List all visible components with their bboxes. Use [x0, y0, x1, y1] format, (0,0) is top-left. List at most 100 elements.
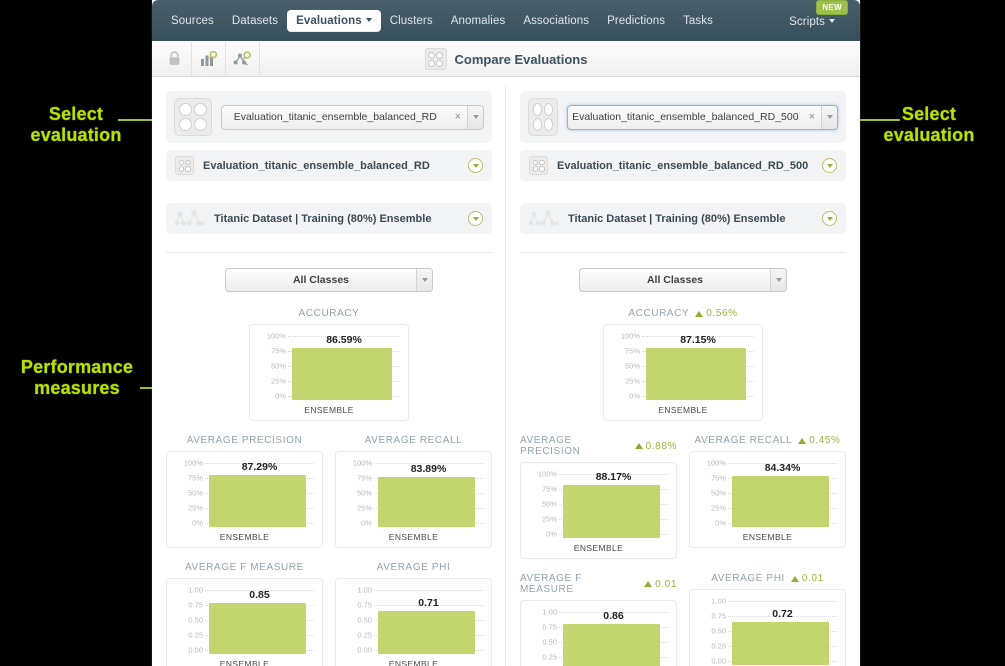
accuracy-wrap: ACCURACY 100% 75% 50% 25% 0% 86.59% ENSEMBLE — [166, 308, 492, 421]
y-tick-label: 50% — [541, 499, 557, 509]
nav-item-predictions[interactable]: Predictions — [598, 10, 674, 32]
evaluation-select[interactable]: Evaluation_titanic_ensemble_balanced_RD × — [221, 104, 484, 130]
nav-item-label: Associations — [523, 14, 590, 27]
nav-item-label: Evaluations — [296, 14, 362, 27]
metric-value: 88.17% — [595, 471, 632, 484]
clear-icon[interactable]: × — [449, 111, 467, 123]
nav-item-label: Anomalies — [450, 14, 506, 27]
metric-average-f-measure: AVERAGE F MEASURE 0.01 1.00 0.75 0.50 0.25 0.0… — [520, 573, 677, 666]
metric-delta-value: 0.45% — [809, 435, 841, 446]
metric-plot: 1.000.750.500.250.000.86 — [529, 608, 668, 666]
secondary-toolbar: Compare Evaluations — [152, 41, 860, 77]
value-bar — [732, 621, 829, 665]
annotation-line-1: Performance — [20, 357, 134, 377]
chevron-down-icon[interactable] — [467, 105, 483, 129]
metric-card: 100% 75% 50% 25% 0% 83.89% ENSEMBLE — [335, 451, 492, 548]
triangle-up-icon — [634, 443, 643, 449]
nav-item-label: Sources — [171, 14, 214, 27]
expand-dataset-icon[interactable] — [468, 211, 483, 226]
metric-title: AVERAGE RECALL — [364, 435, 463, 446]
value-bar — [563, 624, 660, 666]
nav-item-label: Predictions — [607, 14, 666, 27]
classes-select[interactable]: All Classes — [225, 268, 433, 292]
metric-title: AVERAGE RECALL — [694, 435, 793, 446]
y-tick-label: 0.50 — [188, 615, 203, 625]
clear-icon[interactable]: × — [803, 111, 821, 123]
evaluation-summary-row[interactable]: Evaluation_titanic_ensemble_balanced_RD_… — [520, 150, 846, 181]
y-axis: 1.00 0.75 0.50 0.25 0.00 — [698, 597, 728, 666]
metric-plot: 100% 75% 50% 25% 0% 87.15% — [612, 331, 754, 401]
section-divider — [520, 252, 846, 253]
expand-dataset-icon[interactable] — [822, 211, 837, 226]
nav-item-anomalies[interactable]: Anomalies — [442, 10, 515, 32]
y-tick-label: 50% — [270, 361, 286, 371]
metric-title-row: ACCURACY 0.56% — [603, 308, 763, 319]
evaluation-name: Evaluation_titanic_ensemble_balanced_RD — [203, 159, 430, 172]
metric-card: 1.000.750.500.250.000.86ENSEMBLE — [520, 600, 677, 666]
bar-chart-search-icon-button[interactable] — [192, 41, 226, 76]
x-axis-label: ENSEMBLE — [219, 532, 270, 542]
metric-row-2: AVERAGE F MEASURE 0.01 1.00 0.75 0.50 0.25 0.0… — [520, 573, 846, 666]
metric-plot: 100% 75% 50% 25% 0% 87.29% — [175, 458, 314, 528]
nav-item-datasets[interactable]: Datasets — [223, 10, 287, 32]
chevron-down-icon[interactable] — [416, 269, 432, 291]
evaluation-selector-block: Evaluation_titanic_ensemble_balanced_RD × — [166, 91, 492, 143]
metric-title: AVERAGE PRECISION — [520, 435, 581, 457]
plot-area: 86.59% — [288, 332, 400, 400]
x-axis-label: ENSEMBLE — [388, 659, 439, 666]
evaluation-select-value: Evaluation_titanic_ensemble_balanced_RD — [233, 111, 437, 123]
metric-title: AVERAGE PHI — [711, 573, 785, 584]
x-axis-label: ENSEMBLE — [658, 405, 708, 415]
ensemble-tree-icon — [529, 210, 559, 226]
y-tick-label: 100% — [183, 458, 203, 468]
y-tick-label: 100% — [620, 331, 640, 341]
plot-area: 88.17% — [559, 470, 668, 538]
metric-value: 0.85 — [249, 589, 270, 601]
evaluation-summary-row[interactable]: Evaluation_titanic_ensemble_balanced_RD — [166, 150, 492, 181]
y-tick-label: 50% — [624, 361, 640, 371]
y-tick-label: 25% — [624, 376, 640, 386]
lock-icon-button[interactable] — [158, 41, 192, 76]
nav-item-evaluations[interactable]: Evaluations — [287, 9, 381, 32]
dataset-summary-row[interactable]: Titanic Dataset | Training (80%) Ensembl… — [166, 203, 492, 234]
classes-select[interactable]: All Classes — [579, 268, 787, 292]
nav-item-associations[interactable]: Associations — [514, 10, 598, 32]
nav-item-clusters[interactable]: Clusters — [381, 10, 442, 32]
expand-evaluation-icon[interactable] — [822, 158, 837, 173]
metric-delta-value: 0.56% — [706, 308, 738, 319]
expand-evaluation-icon[interactable] — [468, 158, 483, 173]
metric-title-row: AVERAGE PHI 0.01 — [689, 573, 846, 584]
dataset-summary-row[interactable]: Titanic Dataset | Training (80%) Ensembl… — [520, 203, 846, 234]
metric-card: 1.00 0.75 0.50 0.25 0.00 0.85 ENSEMBLE — [166, 578, 323, 666]
metric-value: 84.34% — [764, 462, 801, 475]
y-axis: 100% 75% 50% 25% 0% — [258, 332, 288, 401]
triangle-up-icon — [790, 575, 799, 582]
triangle-up-icon — [798, 437, 807, 444]
nav-item-tasks[interactable]: Tasks — [674, 10, 722, 32]
dataset-name: Titanic Dataset | Training (80%) Ensembl… — [214, 212, 432, 225]
y-tick-label: 0.25 — [188, 630, 203, 640]
value-bar — [209, 603, 306, 654]
y-axis: 100% 75% 50% 25% 0% — [529, 469, 559, 539]
plot-area: 87.15% — [642, 332, 754, 400]
chevron-down-icon[interactable] — [821, 105, 837, 129]
y-tick-label: 100% — [537, 469, 557, 479]
metric-card: 100% 75% 50% 25% 0% 87.29% ENSEMBLE — [166, 451, 323, 548]
evaluation-grid-icon-small — [529, 156, 548, 175]
value-bar — [292, 348, 392, 400]
chevron-down-icon[interactable] — [770, 269, 786, 291]
metric-card: 100% 75% 50% 25% 0% 87.15% ENSEMBLE — [603, 324, 763, 421]
scripts-menu[interactable]: NEW Scripts — [780, 0, 850, 30]
y-axis: 1.00 0.75 0.50 0.25 0.00 — [175, 586, 205, 655]
metric-title-row: AVERAGE F MEASURE 0.01 — [520, 573, 677, 595]
metric-plot: 100% 75% 50% 25% 0% 83.89% — [344, 459, 483, 528]
tree-search-icon-button[interactable] — [226, 41, 260, 76]
metric-delta: 0.88% — [634, 441, 677, 452]
nav-item-sources[interactable]: Sources — [162, 10, 223, 32]
nav-item-label: Clusters — [389, 14, 433, 27]
evaluation-select[interactable]: Evaluation_titanic_ensemble_balanced_RD_… — [567, 104, 838, 130]
y-axis: 100% 75% 50% 25% 0% — [698, 459, 728, 528]
x-axis-label: ENSEMBLE — [219, 659, 270, 666]
y-tick-label: 0.50 — [357, 615, 372, 625]
y-tick-label: 0% — [715, 518, 726, 528]
